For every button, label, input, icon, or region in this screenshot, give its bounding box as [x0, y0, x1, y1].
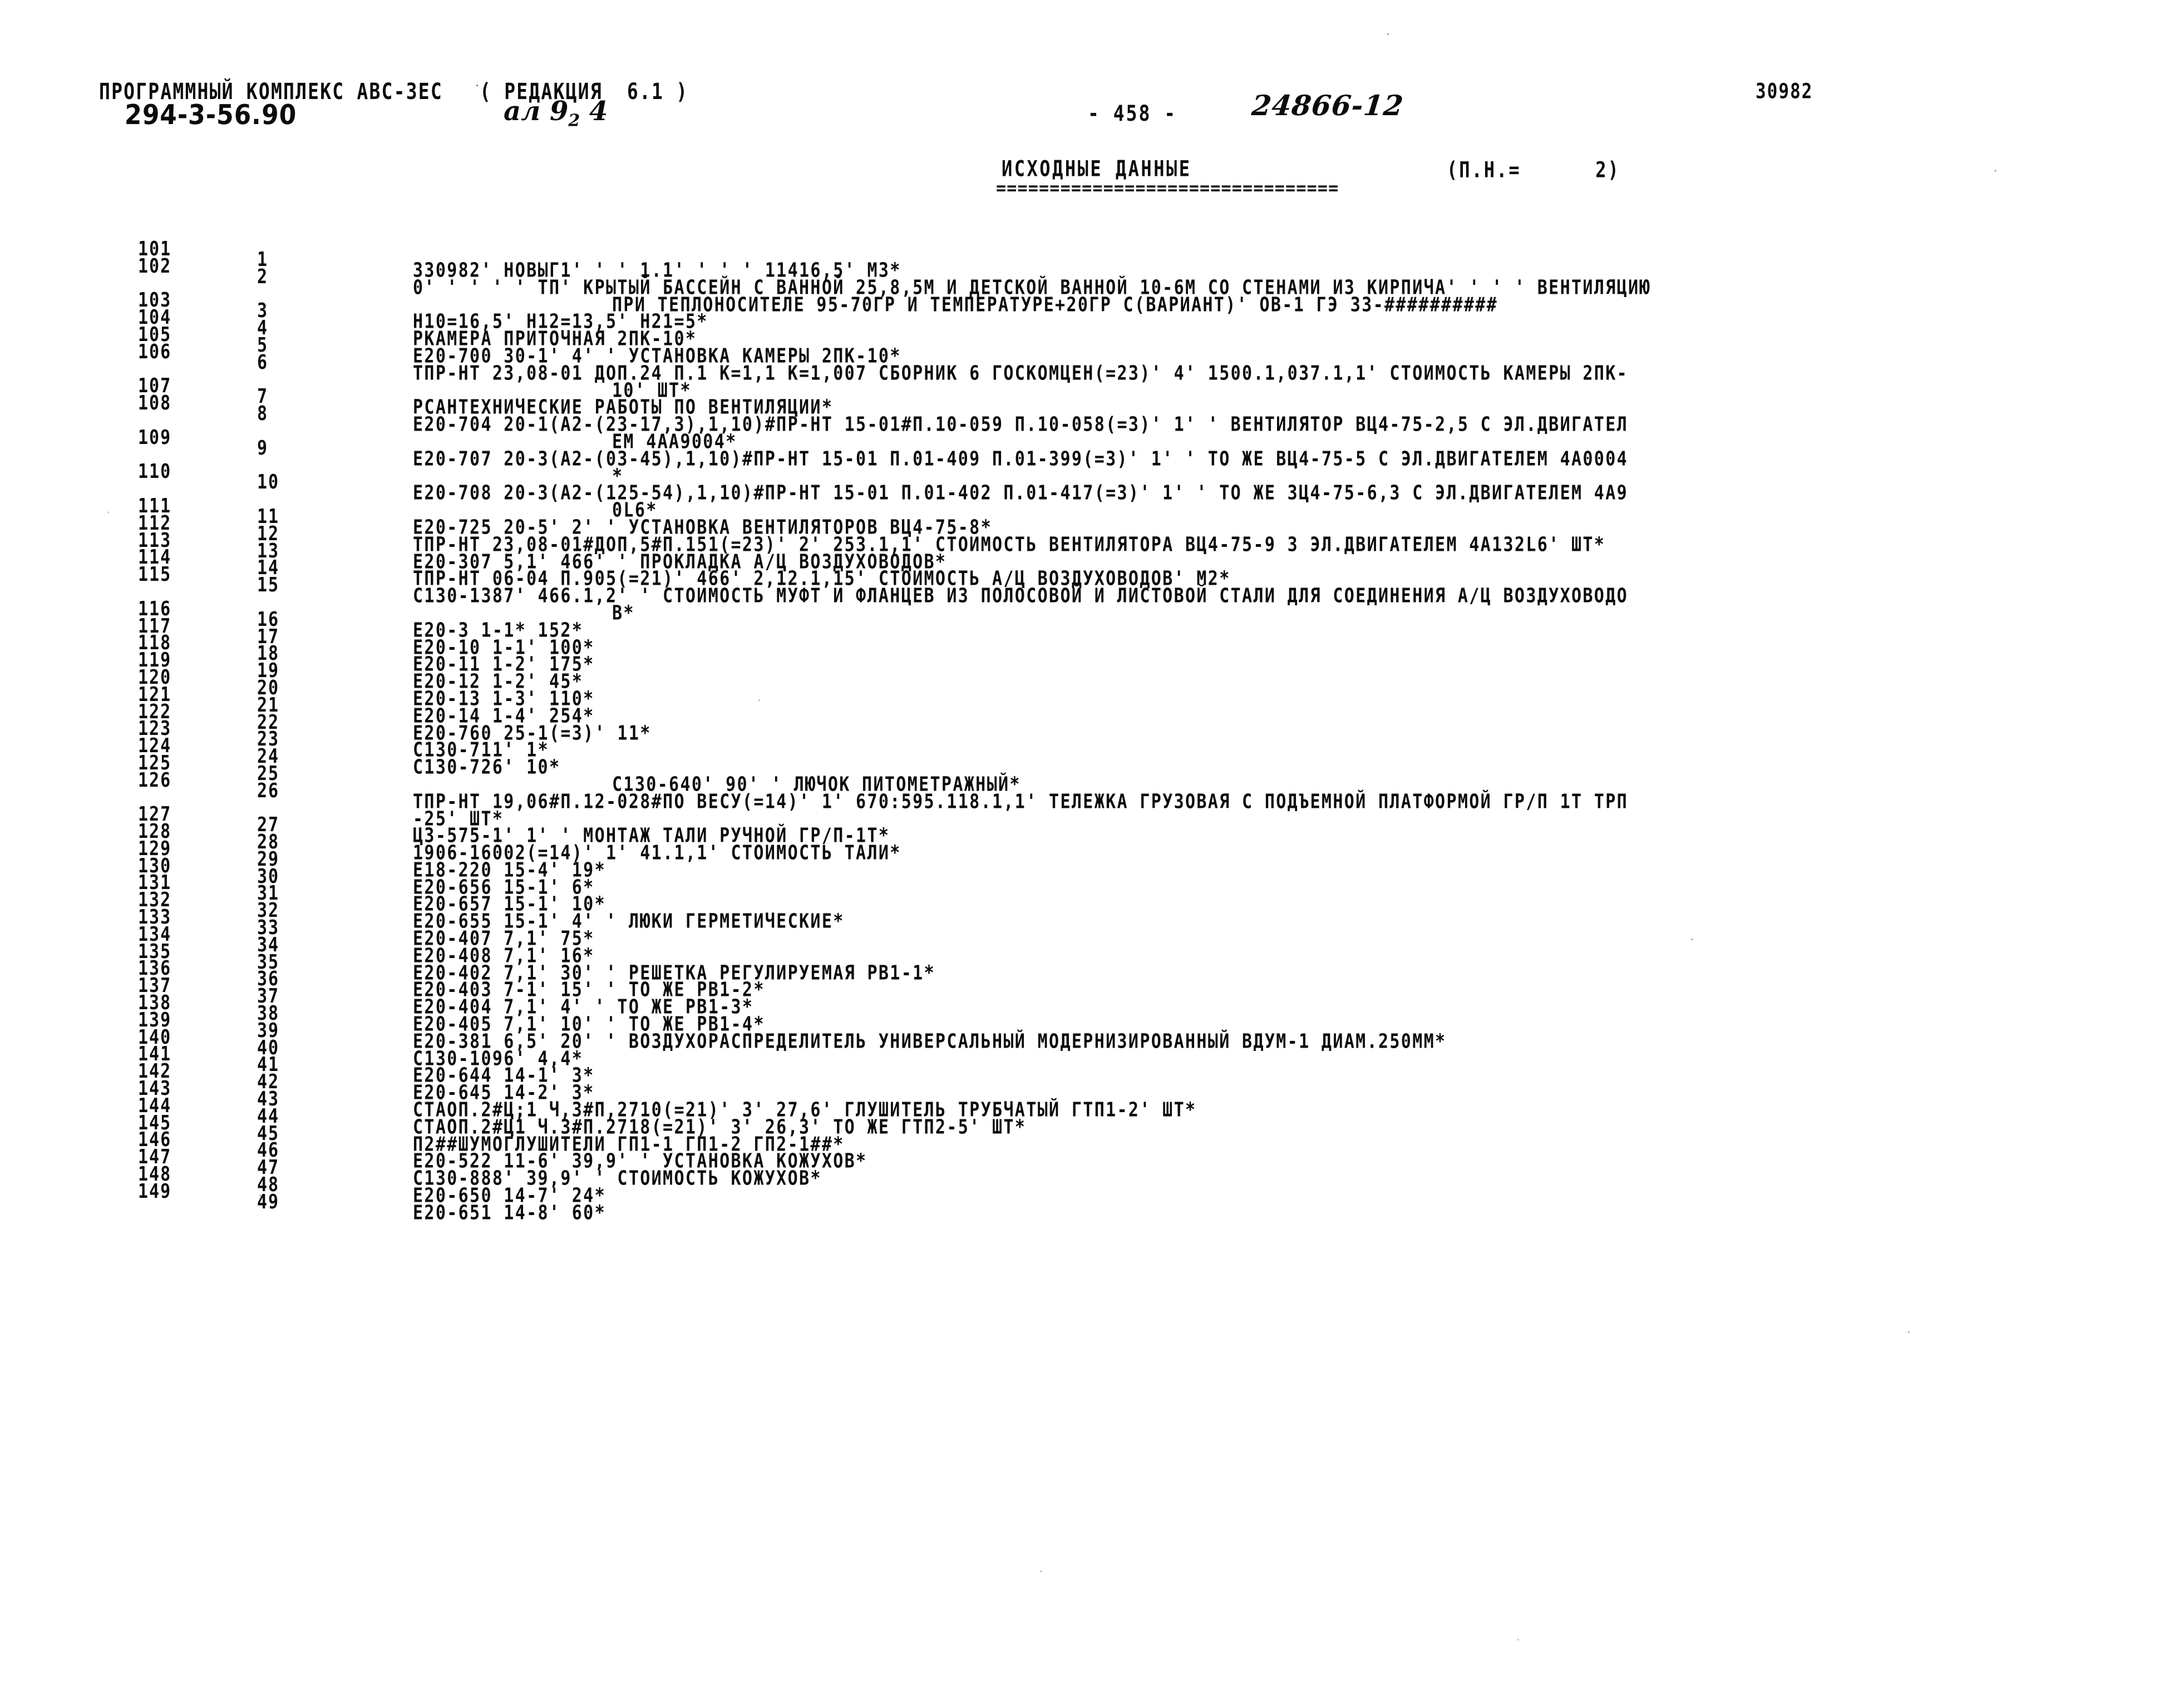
table-row: 143 43 СТАОП.2#Ц;1 Ч,3#П,2710(=21)' 3' 2… [0, 1067, 2169, 1122]
table-row: 139 39 Е20-381 6,5' 20' ' ВОЗДУХОРАСПРЕД… [0, 998, 2169, 1053]
table-row: 140 40 С130-1096' 4,4* [0, 1015, 2169, 1070]
table-row: 121 21 Е20-14 1-4' 254* [0, 673, 2169, 728]
sheet-designation-sub: 2 [568, 111, 580, 131]
object-code: 294-3-56.90 [124, 99, 298, 131]
table-row: 110 10 Е20-708 20-3(А2-(125-54),1,10)#ПР… [0, 450, 2169, 505]
table-row-continuation: В* [0, 570, 2169, 625]
table-row: 135 35 Е20-402 7,1' 30' ' РЕШЕТКА РЕГУЛИ… [0, 930, 2169, 985]
table-row: 127 27 Ц3-575-1' 1' ' МОНТАЖ ТАЛИ РУЧНОЙ… [0, 792, 2169, 847]
table-row: 111 11 Е20-725 20-5' 2' ' УСТАНОВКА ВЕНТ… [0, 484, 2169, 539]
table-row: 115 15 С130-1387' 466.1,2' ' СТОИМОСТЬ М… [0, 552, 2169, 608]
table-row-continuation: 125 25 С130-640' 90' ' ЛЮЧОК ПИТОМЕТРАЖН… [0, 741, 2169, 796]
pn-label: (П.Н.= [1447, 157, 1521, 183]
section-title-underline: ================================ [996, 178, 1339, 199]
table-row: 122 22 Е20-760 25-1(=3)' 11* [0, 690, 2169, 745]
table-row: 104 4 РКАМЕРА ПРИТОЧНАЯ 2ПК-10* [0, 295, 2169, 351]
table-row: 116 16 Е20-3 1-1* 152* [0, 587, 2169, 642]
table-row: 133 33 Е20-407 7,1' 75* [0, 895, 2169, 950]
pn-indicator: (П.Н.= 2) [1447, 157, 1620, 182]
table-row: 149 49 Е20-651 14-8' 60* [0, 1169, 2169, 1225]
table-row: 138 38 Е20-405 7,1' 10' ' ТО ЖЕ РВ1-4* [0, 981, 2169, 1036]
object-reference-number: 30982 [1756, 80, 1813, 104]
table-row: 144 44 СТАОП.2#Ц1 Ч.3#П.2718(=21)' 3' 26… [0, 1084, 2169, 1139]
table-row: 146 46 Е20-522 11-6' 39,9' ' УСТАНОВКА К… [0, 1118, 2169, 1173]
table-row: 148 48 Е20-650 14-7' 24* [0, 1152, 2169, 1207]
table-row [0, 1187, 2169, 1204]
pn-value: 2) [1595, 157, 1620, 183]
table-row: 106 6 ТПР-НТ 23,08-01 ДОП.24 П.1 К=1,1 К… [0, 330, 2169, 385]
table-row: 134 34 Е20-408 7,1' 16* [0, 912, 2169, 967]
table-row: 103 3 Н10=16,5' Н12=13,5' Н21=5* [0, 278, 2169, 333]
scanned-page: ПРОГРАММНЫЙ КОМПЛЕКС АВС-3ЕС ( РЕДАКЦИЯ … [0, 0, 2169, 1708]
table-row: 124 24 С130-726' 10* [0, 724, 2169, 779]
sheet-designation: ал 92 4 [504, 96, 608, 131]
table-row: 101 1 330982' НОВЫГ1' ' ' 1.1' ' ' ' 114… [0, 227, 2169, 282]
table-row: 112 12 ТПР-НТ 23,08-01#ДОП,5#П.151(=23)'… [0, 501, 2169, 556]
table-row: 117 17 Е20-10 1-1' 100* [0, 604, 2169, 659]
table-row: 114 14 ТПР-НТ 06-04 П.905(=21)' 466' 2,1… [0, 535, 2169, 590]
table-row: 129 29 Е18-220 15-4' 19* [0, 827, 2169, 882]
document-number: 24866-12 [1250, 89, 1406, 122]
table-row: 126 26 ТПР-НТ 19,06#П.12-028#ПО ВЕСУ(=14… [0, 758, 2169, 813]
table-row: 145 45 П2##ШУМОГЛУШИТЕЛИ ГП1-1 ГП1-2 ГП2… [0, 1101, 2169, 1156]
row-text: Е20-651 14-8' 60* [413, 1201, 606, 1225]
sheet-designation-main: ал 9 [504, 96, 569, 127]
table-row: 136 36 Е20-403 7-1' 15' ' ТО ЖЕ РВ1-2* [0, 946, 2169, 1001]
table-row-continuation: ЕМ 4АА9004* [0, 398, 2169, 453]
table-row: 147 47 С130-888' 39,9' ' СТОИМОСТЬ КОЖУХ… [0, 1135, 2169, 1190]
table-row: 107 7 РСАНТЕХНИЧЕСКИЕ РАБОТЫ ПО ВЕНТИЛЯЦ… [0, 364, 2169, 419]
table-row: 120 20 Е20-13 1-3' 110* [0, 655, 2169, 710]
input-data-listing: 101 1 330982' НОВЫГ1' ' ' 1.1' ' ' ' 114… [0, 227, 2169, 1225]
table-row: 132 32 Е20-655 15-1' 4' ' ЛЮКИ ГЕРМЕТИЧЕ… [0, 878, 2169, 933]
table-row: 118 18 Е20-11 1-2' 175* [0, 621, 2169, 676]
table-row: -25' ШТ* [0, 776, 2169, 831]
table-row-continuation: * [0, 433, 2169, 488]
table-row: 128 28 1906-16002(=14)' 1' 41.1,1' СТОИМ… [0, 809, 2169, 865]
table-row: 102 2 0' ' ' ' ' ТП' КРЫТЫЙ БАССЕЙН С ВА… [0, 244, 2169, 299]
table-row: 141 41 Е20-644 14-1' 3* [0, 1032, 2169, 1087]
table-row-continuation: 10' ШТ* [0, 347, 2169, 402]
table-row: 131 31 Е20-657 15-1' 10* [0, 861, 2169, 916]
table-row: 130 30 Е20-656 15-1' 6* [0, 844, 2169, 899]
table-row: 113 13 Е20-307 5,1' 466' ' ПРОКЛАДКА А/Ц… [0, 519, 2169, 574]
sheet-designation-tail: 4 [580, 96, 608, 127]
table-row-continuation: ПРИ ТЕПЛОНОСИТЕЛЕ 95-70ГР И ТЕМПЕРАТУРЕ+… [0, 261, 2169, 317]
table-row: 137 37 Е20-404 7,1' 4' ' ТО ЖЕ РВ1-3* [0, 964, 2169, 1019]
table-row: 109 9 Е20-707 20-3(А2-(03-45),1,10)#ПР-Н… [0, 416, 2169, 471]
table-row: 105 5 Е20-700 30-1' 4' ' УСТАНОВКА КАМЕР… [0, 313, 2169, 368]
table-row-continuation: 0L6* [0, 467, 2169, 522]
table-row: 123 23 С130-711' 1* [0, 707, 2169, 762]
table-row: 142 42 Е20-645 14-2' 3* [0, 1049, 2169, 1104]
table-row: 119 19 Е20-12 1-2' 45* [0, 638, 2169, 693]
table-row: 108 8 Е20-704 20-1(А2-(23-17,3),1,10)#ПР… [0, 381, 2169, 436]
page-number: - 458 - [1088, 100, 1177, 126]
